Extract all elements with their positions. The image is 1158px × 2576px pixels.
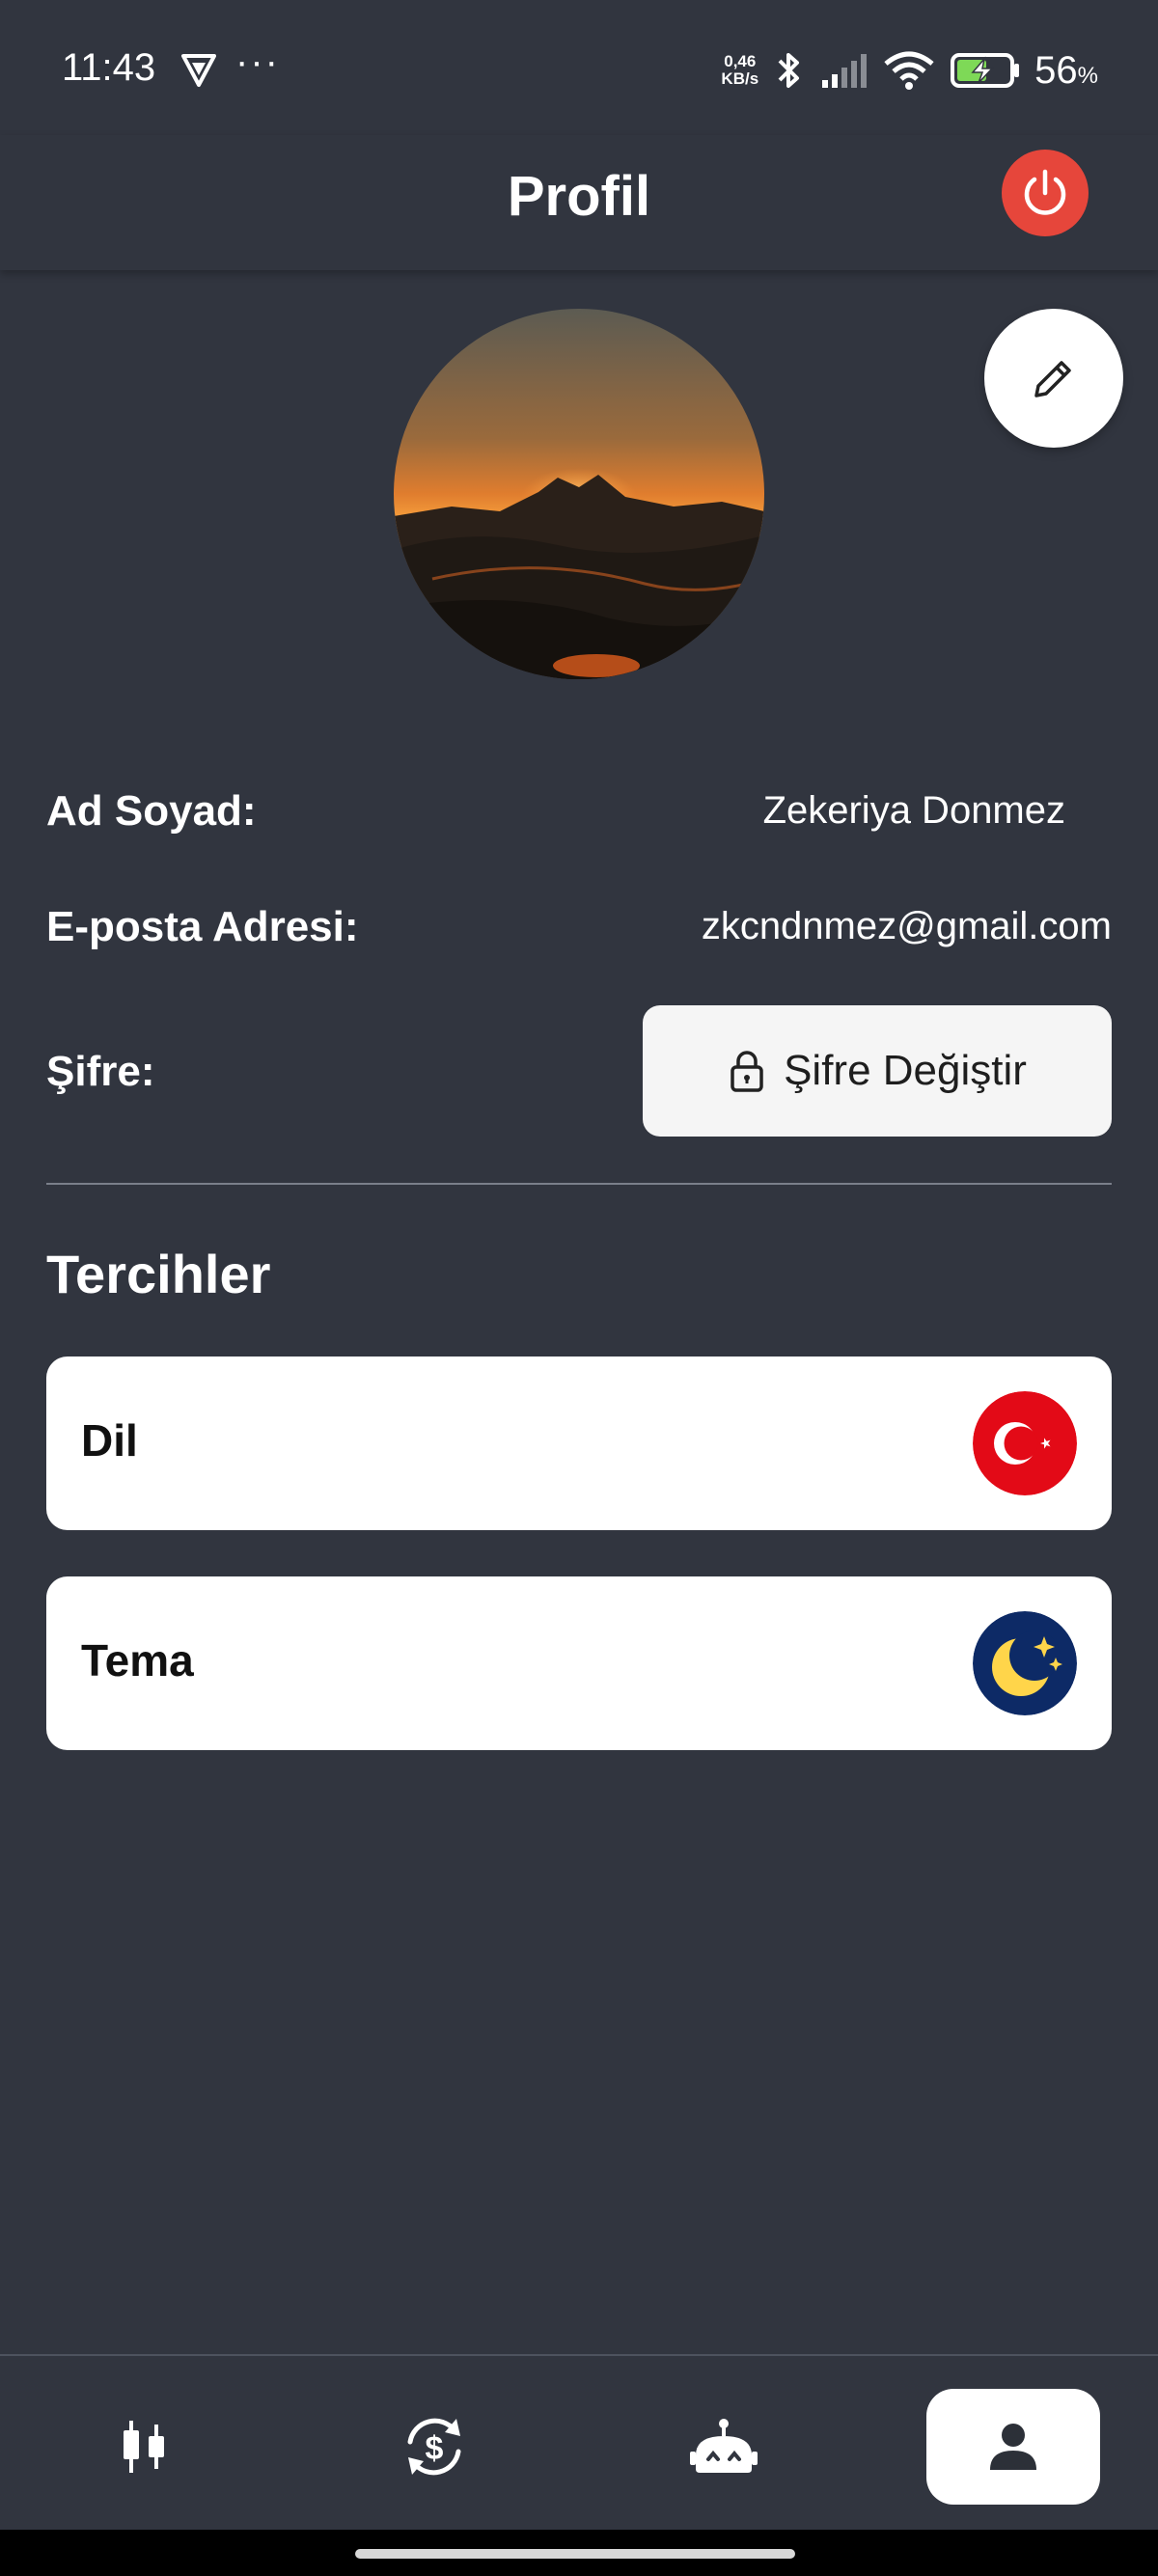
edit-profile-button[interactable] xyxy=(984,309,1123,448)
robot-icon xyxy=(690,2419,758,2473)
theme-label: Tema xyxy=(81,1635,194,1685)
currency-exchange-icon: $ xyxy=(407,2418,461,2476)
email-value: zkcndnmez@gmail.com xyxy=(701,905,1112,947)
preferences-title: Tercihler xyxy=(46,1244,271,1304)
nav-item-markets[interactable] xyxy=(58,2389,232,2505)
divider xyxy=(46,1183,1112,1185)
email-label: E-posta Adresi: xyxy=(46,903,359,950)
nav-item-profile[interactable] xyxy=(926,2389,1100,2505)
pencil-icon xyxy=(1034,361,1071,397)
moon-stars-icon xyxy=(973,1611,1077,1715)
signal-icon xyxy=(822,54,868,88)
home-gesture-bar[interactable] xyxy=(355,2549,795,2559)
avatar xyxy=(394,309,764,679)
language-preference[interactable]: Dil xyxy=(46,1357,1112,1530)
nav-item-bot[interactable] xyxy=(637,2389,811,2505)
battery-charging-icon xyxy=(951,53,1020,88)
nav-item-exchange[interactable]: $ xyxy=(347,2389,521,2505)
user-icon xyxy=(990,2424,1036,2470)
turkey-flag-icon xyxy=(973,1391,1077,1495)
system-gesture-area xyxy=(0,2530,1158,2576)
logout-button[interactable] xyxy=(1002,150,1089,236)
language-label: Dil xyxy=(81,1415,138,1466)
battery-percent: 56% xyxy=(1034,48,1098,92)
power-icon xyxy=(1024,169,1066,215)
network-speed: 0,46 KB/s xyxy=(721,52,759,88)
status-time: 11:43 xyxy=(62,46,156,89)
page-title: Profil xyxy=(507,165,651,228)
vpn-shield-icon xyxy=(181,54,216,87)
change-password-button[interactable]: Şifre Değiştir xyxy=(643,1005,1112,1137)
name-label: Ad Soyad: xyxy=(46,787,257,835)
app-header: Profil xyxy=(0,135,1158,270)
profile-photo-sunset-mountains xyxy=(394,309,764,679)
password-label: Şifre: xyxy=(46,1048,155,1095)
name-value: Zekeriya Donmez xyxy=(762,789,1065,832)
bottom-navigation: $ xyxy=(0,2354,1158,2530)
status-icons: 0,46 KB/s 56% xyxy=(721,46,1098,95)
theme-preference[interactable]: Tema xyxy=(46,1576,1112,1750)
candlestick-chart-icon xyxy=(124,2421,164,2473)
lock-icon xyxy=(731,1051,763,1092)
more-notifications-icon: ··· xyxy=(235,41,280,83)
svg-text:$: $ xyxy=(426,2430,444,2467)
wifi-icon xyxy=(884,51,934,90)
bluetooth-icon xyxy=(778,53,800,88)
status-bar: 11:43 ··· 0,46 KB/s 56% xyxy=(0,0,1158,135)
change-password-label: Şifre Değiştir xyxy=(784,1047,1027,1094)
